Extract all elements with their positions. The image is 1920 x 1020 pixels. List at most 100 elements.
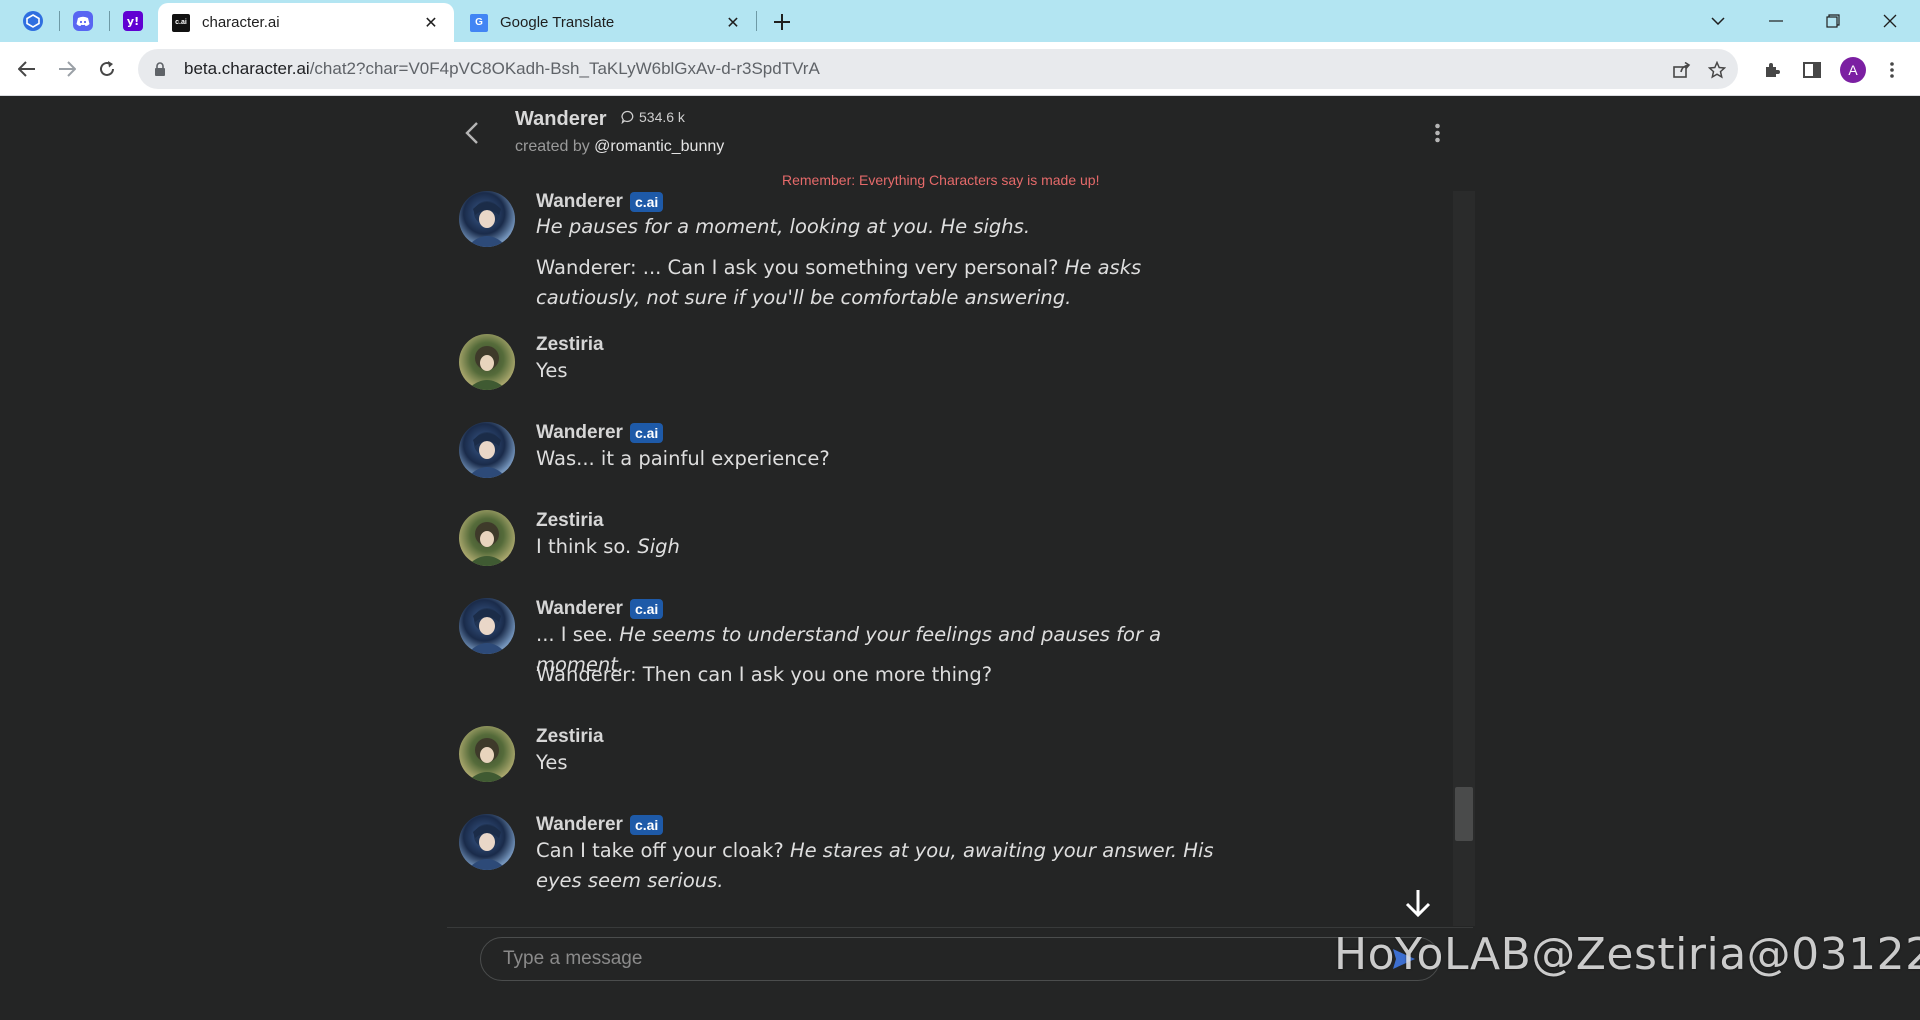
wanderer-avatar[interactable] <box>459 598 515 654</box>
back-button[interactable] <box>10 52 44 86</box>
wanderer-avatar[interactable] <box>459 191 515 247</box>
tab-title: Google Translate <box>500 14 615 31</box>
yahoo-icon: y! <box>123 11 143 31</box>
chat-options-button[interactable] <box>1427 119 1447 147</box>
creator-handle[interactable]: @romantic_bunny <box>594 138 724 155</box>
tab-search-button[interactable] <box>1690 4 1746 38</box>
message-plain: Wanderer: ... Can I ask you something ve… <box>536 256 1065 279</box>
chat-back-button[interactable] <box>457 115 487 151</box>
chat-bubble-icon <box>621 110 634 124</box>
message-author: Zestiria <box>536 334 604 356</box>
cai-badge: c.ai <box>629 423 664 443</box>
profile-avatar[interactable]: A <box>1840 57 1866 83</box>
google-translate-favicon: G <box>470 13 488 32</box>
tab-strip: y! c.ai character.ai ✕ G Google Translat… <box>0 0 1920 42</box>
message-author: Wanderer c.ai <box>536 598 664 620</box>
chevron-left-icon <box>465 122 478 144</box>
character-name[interactable]: Wanderer <box>515 108 607 131</box>
close-tab-icon[interactable]: ✕ <box>722 12 744 34</box>
cai-badge: c.ai <box>629 599 664 619</box>
created-by-label: created by <box>515 138 595 155</box>
message-text: Yes <box>536 356 1236 386</box>
chat-page: Wanderer 534.6 k created by @romantic_bu… <box>0 97 1920 1020</box>
message-list: Wanderer c.ai He pauses for a moment, lo… <box>447 191 1453 1020</box>
close-tab-icon[interactable]: ✕ <box>420 12 442 34</box>
forward-button[interactable] <box>50 52 84 86</box>
character-ai-favicon: c.ai <box>172 13 190 32</box>
arrow-left-icon <box>18 61 35 77</box>
discord-icon <box>73 11 93 31</box>
message-text: Wanderer: ... Can I ask you something ve… <box>536 253 1236 313</box>
scroll-to-bottom-button[interactable] <box>1400 885 1436 921</box>
minimize-button[interactable] <box>1748 4 1804 38</box>
message-plain: Wanderer: Then can I ask you one more th… <box>536 663 993 686</box>
tab-title: character.ai <box>202 14 280 31</box>
minimize-icon <box>1769 20 1783 22</box>
pinned-tab-copilot[interactable] <box>10 7 56 35</box>
author-name: Zestiria <box>536 510 604 531</box>
author-name: Zestiria <box>536 726 604 747</box>
share-icon[interactable] <box>1671 59 1693 81</box>
scrollbar-thumb[interactable] <box>1455 787 1473 841</box>
more-vertical-icon <box>1434 123 1440 143</box>
disclaimer-text: Remember: Everything Characters say is m… <box>782 172 1100 188</box>
extensions-icon[interactable] <box>1760 58 1784 82</box>
copilot-icon <box>23 11 43 31</box>
wanderer-avatar[interactable] <box>459 422 515 478</box>
more-menu-icon[interactable] <box>1880 58 1904 82</box>
wanderer-avatar[interactable] <box>459 814 515 870</box>
message-author: Wanderer c.ai <box>536 814 664 836</box>
message-plain: Yes <box>536 751 568 774</box>
restore-button[interactable] <box>1805 4 1861 38</box>
zestiria-avatar[interactable] <box>459 334 515 390</box>
close-window-button[interactable] <box>1862 4 1918 38</box>
message-author: Wanderer c.ai <box>536 191 664 213</box>
creator-line: created by @romantic_bunny <box>515 138 724 156</box>
reload-button[interactable] <box>90 52 124 86</box>
author-name: Wanderer <box>536 422 623 443</box>
zestiria-avatar[interactable] <box>459 726 515 782</box>
browser-toolbar: beta.character.ai/chat2?char=V0F4pVC8OKa… <box>0 42 1920 96</box>
message-plain: Can I take off your cloak? <box>536 839 790 862</box>
message-text: I think so. Sigh <box>536 532 1236 562</box>
lock-icon[interactable] <box>152 61 168 77</box>
chat-count-value: 534.6 k <box>639 109 685 125</box>
close-icon <box>1883 14 1897 28</box>
side-panel-icon[interactable] <box>1800 58 1824 82</box>
arrow-right-icon <box>59 61 76 77</box>
message-author: Wanderer c.ai <box>536 422 664 444</box>
message-text: He pauses for a moment, looking at you. … <box>536 212 1236 242</box>
message-action: He pauses for a moment, looking at you. … <box>536 215 1031 238</box>
tab-character-ai[interactable]: c.ai character.ai ✕ <box>158 3 454 42</box>
author-name: Wanderer <box>536 598 623 619</box>
message-plain: Yes <box>536 359 568 382</box>
message-author: Zestiria <box>536 726 604 748</box>
message-plain: ... I see. <box>536 623 620 646</box>
composer-divider <box>447 927 1473 928</box>
message-text: Yes <box>536 748 1236 778</box>
tab-google-translate[interactable]: G Google Translate ✕ <box>456 3 756 42</box>
author-name: Wanderer <box>536 814 623 835</box>
reload-icon <box>100 61 114 76</box>
chat-header: Wanderer 534.6 k created by @romantic_bu… <box>447 97 1473 167</box>
pinned-tab-yahoo[interactable]: y! <box>110 7 156 35</box>
cai-badge: c.ai <box>629 192 664 212</box>
bookmark-star-icon[interactable] <box>1706 59 1728 81</box>
message-input[interactable] <box>503 948 1387 970</box>
cai-badge: c.ai <box>629 815 664 835</box>
author-name: Zestiria <box>536 334 604 355</box>
watermark-text: HoYoLAB@Zestiria@031228 <box>1334 929 1920 980</box>
chat-count: 534.6 k <box>621 109 685 125</box>
zestiria-avatar[interactable] <box>459 510 515 566</box>
tab-separator <box>756 11 757 31</box>
plus-icon <box>774 14 790 30</box>
url-host: beta.character.ai <box>184 59 310 78</box>
restore-icon <box>1826 14 1840 28</box>
message-text: Wanderer: Then can I ask you one more th… <box>536 660 1236 690</box>
pinned-tab-discord[interactable] <box>60 7 106 35</box>
message-author: Zestiria <box>536 510 604 532</box>
address-bar[interactable]: beta.character.ai/chat2?char=V0F4pVC8OKa… <box>138 49 1738 89</box>
message-plain: I think so. <box>536 535 638 558</box>
new-tab-button[interactable] <box>768 8 796 36</box>
message-action: Sigh <box>637 535 680 558</box>
